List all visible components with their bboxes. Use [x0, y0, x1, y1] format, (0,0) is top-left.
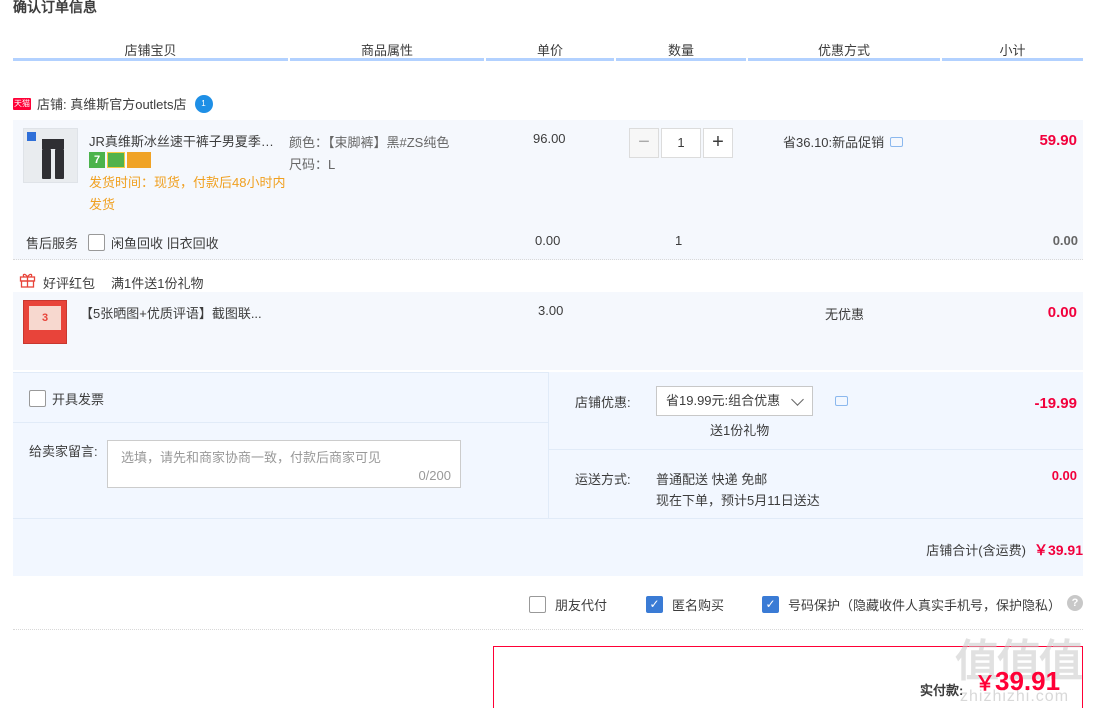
shop-name-link[interactable]: 店铺: 真维斯官方outlets店: [37, 94, 187, 113]
shop-row: 天猫 店铺: 真维斯官方outlets店 1: [13, 94, 213, 113]
friend-pay-option: 朋友代付: [529, 595, 607, 614]
qty-decrease-button[interactable]: −: [629, 128, 659, 158]
promo-text: 省36.10:新品促销: [783, 135, 885, 150]
message-char-counter: 0/200: [418, 468, 451, 483]
item-promo: 省36.10:新品促销: [783, 132, 904, 151]
pants-leg-shape: [55, 149, 64, 179]
number-protect-label[interactable]: 号码保护（隐藏收件人真实手机号，保护隐私）: [788, 595, 1061, 614]
chevron-down-icon: [791, 393, 804, 406]
card-pay-icon: [127, 152, 151, 168]
shipping-amount: 0.00: [1051, 468, 1077, 483]
service-qty: 1: [675, 233, 683, 248]
size-attribute: 尺码：L: [289, 157, 336, 172]
friend-pay-checkbox[interactable]: [529, 596, 546, 613]
col-header-discount: 优惠方式: [817, 43, 870, 58]
comment-icon[interactable]: [835, 396, 848, 406]
header-underline: [13, 58, 288, 61]
gift-thumbnail[interactable]: 3: [23, 300, 67, 344]
recycle-option-label[interactable]: 闲鱼回收 旧衣回收: [111, 233, 219, 252]
message-placeholder: 选填，请先和商家协商一致，付款后商家可见: [121, 450, 382, 465]
anonymous-checkbox[interactable]: ✓: [646, 596, 663, 613]
pay-currency: ￥: [975, 673, 995, 695]
number-protect-option: ✓ 号码保护（隐藏收件人真实手机号，保护隐私）: [762, 595, 1061, 614]
pants-waist-shape: [42, 139, 64, 149]
seven-day-return-icon: 7: [89, 152, 105, 168]
header-underline: [748, 58, 940, 61]
product-title-link[interactable]: JR真维斯冰丝速干裤子男夏季薄...: [89, 131, 284, 150]
invoice-option: 开具发票: [29, 389, 104, 408]
shop-discount-amount: -19.99: [1034, 395, 1077, 412]
gift-subtotal: 0.00: [1047, 304, 1077, 321]
invoice-label[interactable]: 开具发票: [52, 389, 104, 408]
divider: [13, 629, 1083, 630]
col-header-attributes: 商品属性: [360, 43, 413, 58]
qty-increase-button[interactable]: +: [703, 128, 733, 158]
divider: [13, 259, 1083, 260]
shipping-method: 普通配送 快递 免邮: [656, 472, 768, 487]
pay-amount: ￥39.91: [975, 666, 1060, 697]
friend-pay-label[interactable]: 朋友代付: [555, 595, 607, 614]
message-label: 给卖家留言:: [29, 444, 98, 459]
gift-desc: 满1件送1份礼物: [111, 276, 204, 291]
col-header-subtotal: 小计: [999, 43, 1026, 58]
gift-promo: 无优惠: [825, 307, 865, 322]
qty-input[interactable]: 1: [661, 128, 701, 158]
pay-label: 实付款:: [920, 683, 964, 698]
shop-discount-label: 店铺优惠:: [575, 395, 631, 410]
shop-total-label: 店铺合计(含运费): [926, 543, 1026, 558]
thumb-tag-icon: [27, 132, 36, 141]
divider: [13, 518, 1083, 519]
shop-total-row: 店铺合计(含运费) ￥39.91: [926, 540, 1083, 560]
header-underline: [486, 58, 614, 61]
pay-amount-value: 39.91: [995, 666, 1061, 696]
service-subtotal: 0.00: [1052, 233, 1078, 248]
shipping-eta: 现在下单，预计5月11日送达: [656, 493, 820, 508]
col-header-shop-item: 店铺宝贝: [124, 43, 177, 58]
ship-time-text: 发货时间：现货，付款后48小时内发货: [89, 175, 286, 212]
item-subtotal: 59.90: [1039, 132, 1077, 149]
good-review-label: 好评红包: [43, 276, 96, 291]
shipping-label: 运送方式:: [575, 472, 631, 487]
header-underline: [616, 58, 746, 61]
shop-discount-select[interactable]: 省19.99元:组合优惠: [656, 386, 813, 416]
divider: [13, 422, 548, 423]
help-icon[interactable]: ?: [1067, 595, 1083, 611]
after-sale-label: 售后服务: [26, 236, 79, 251]
guarantee-icon: [107, 152, 125, 168]
color-attribute: 颜色：【束脚裤】黑#ZS纯色: [289, 135, 450, 150]
gift-price: 3.00: [538, 303, 564, 318]
invoice-checkbox[interactable]: [29, 390, 46, 407]
comment-icon[interactable]: [890, 136, 904, 147]
seller-message-input[interactable]: 选填，请先和商家协商一致，付款后商家可见 0/200: [107, 440, 461, 488]
col-header-quantity: 数量: [667, 43, 694, 58]
number-protect-checkbox[interactable]: ✓: [762, 596, 779, 613]
gift-icon: [19, 272, 36, 288]
shop-discount-note: 送1份礼物: [710, 423, 770, 438]
pants-leg-shape: [42, 149, 51, 179]
page-title: 确认订单信息: [13, 0, 97, 15]
header-underline: [942, 58, 1083, 61]
header-underline: [290, 58, 484, 61]
gift-thumb-number: 3: [29, 306, 61, 330]
anonymous-label[interactable]: 匿名购买: [672, 595, 724, 614]
tmall-icon: 天猫: [13, 97, 31, 110]
col-header-unit-price: 单价: [536, 43, 563, 58]
service-badges: 7: [89, 152, 151, 168]
product-thumbnail[interactable]: [23, 128, 78, 183]
divider: [548, 449, 1083, 450]
unit-price: 96.00: [533, 131, 566, 146]
shop-total-amount: ￥39.91: [1033, 542, 1083, 558]
wangwang-chat-icon[interactable]: 1: [194, 94, 213, 113]
shop-discount-selected: 省19.99元:组合优惠: [666, 393, 781, 408]
service-price: 0.00: [535, 233, 561, 248]
recycle-checkbox[interactable]: [88, 234, 105, 251]
anonymous-option: ✓ 匿名购买: [646, 595, 724, 614]
gift-title[interactable]: 【5张晒图+优质评语】截图联...: [80, 303, 262, 322]
quantity-stepper: − 1 +: [629, 128, 733, 158]
